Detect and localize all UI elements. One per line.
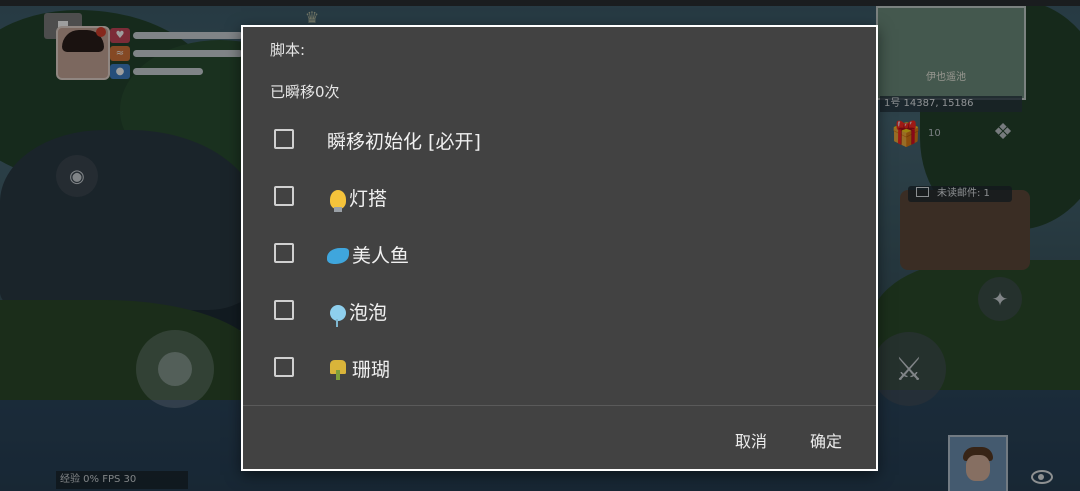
checkbox[interactable] bbox=[274, 186, 294, 206]
lightbulb-icon bbox=[330, 190, 346, 212]
option-bubble[interactable]: 泡泡 bbox=[243, 288, 876, 334]
option-coral[interactable]: 珊瑚 bbox=[243, 345, 876, 391]
coral-icon bbox=[327, 358, 349, 380]
teleport-count-status: 已瞬移0次 bbox=[270, 83, 340, 101]
cancel-button[interactable]: 取消 bbox=[735, 428, 767, 452]
option-mermaid[interactable]: 美人鱼 bbox=[243, 231, 876, 277]
checkbox[interactable] bbox=[274, 243, 294, 263]
option-label: 美人鱼 bbox=[327, 241, 409, 268]
option-lighthouse[interactable]: 灯搭 bbox=[243, 174, 876, 220]
option-label: 灯搭 bbox=[327, 184, 387, 212]
dialog-divider bbox=[243, 405, 876, 406]
confirm-button[interactable]: 确定 bbox=[810, 428, 842, 452]
checkbox[interactable] bbox=[274, 300, 294, 320]
option-label: 珊瑚 bbox=[327, 355, 390, 382]
dialog-title: 脚本: bbox=[270, 41, 306, 59]
bubble-icon bbox=[330, 305, 346, 327]
option-label: 泡泡 bbox=[327, 298, 387, 327]
dolphin-icon bbox=[327, 248, 349, 264]
checkbox[interactable] bbox=[274, 357, 294, 377]
option-label: 瞬移初始化 [必开] bbox=[327, 131, 481, 153]
checkbox[interactable] bbox=[274, 129, 294, 149]
option-teleport-init[interactable]: 瞬移初始化 [必开] bbox=[243, 117, 876, 163]
script-dialog: 脚本: 已瞬移0次 瞬移初始化 [必开] 灯搭 美人鱼 泡泡 珊瑚 取消 确定 bbox=[241, 25, 878, 471]
